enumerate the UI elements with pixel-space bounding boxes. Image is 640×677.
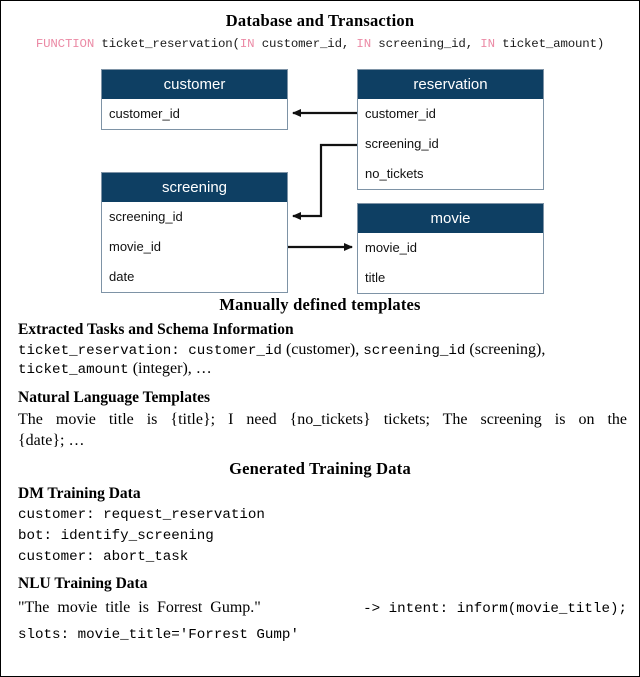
nlu-training-line-1: "The movie title is Forrest Gump." -> in…	[18, 599, 627, 617]
dm-training-heading: DM Training Data	[18, 485, 141, 502]
sql-function-name: ticket_reservation(	[94, 37, 240, 51]
er-table-screening-fields: screening_id movie_id date	[102, 202, 287, 292]
er-table-movie-fields: movie_id title	[358, 233, 543, 293]
sql-arg-2: screening_id,	[371, 37, 481, 51]
schema-task-table-1: (customer),	[281, 341, 364, 358]
er-table-customer: customer customer_id	[101, 69, 288, 130]
schema-slot-screening: screening_id	[363, 343, 466, 359]
er-table-reservation-fields: customer_id screening_id no_tickets	[358, 99, 543, 189]
er-field: title	[365, 270, 386, 285]
database-section-title: Database and Transaction	[225, 11, 415, 30]
er-table-reservation: reservation customer_id screening_id no_…	[357, 69, 544, 190]
schema-slot-amount: ticket_amount	[18, 362, 129, 378]
sql-arg-1: customer_id,	[254, 37, 357, 51]
sql-keyword-in-1: IN	[239, 37, 255, 51]
er-field: screening_id	[365, 136, 439, 151]
nl-templates-heading: Natural Language Templates	[18, 389, 211, 406]
nl-template-line-2: {date}; …	[18, 432, 85, 449]
er-table-movie-title: movie	[358, 204, 543, 233]
er-field: customer_id	[365, 106, 436, 121]
nlu-intent-annotation: -> intent: inform(movie_title);	[363, 601, 627, 617]
nl-templates-block: Natural Language Templates The movie tit…	[18, 389, 627, 451]
nlu-utterance: "The movie title is Forrest Gump."	[18, 599, 261, 616]
er-field: screening_id	[109, 209, 183, 224]
dm-training-block: DM Training Data customer: request_reser…	[18, 485, 627, 568]
er-field: no_tickets	[365, 166, 424, 181]
er-field: customer_id	[109, 106, 180, 121]
schema-slot-amount-type: (integer), …	[128, 360, 212, 377]
sql-keyword-in-3: IN	[480, 37, 495, 51]
nlu-training-block: NLU Training Data "The movie title is Fo…	[18, 575, 627, 643]
er-table-reservation-title: reservation	[358, 70, 543, 99]
extracted-tasks-line-2: ticket_amount (integer), …	[18, 360, 627, 378]
dm-training-line: customer: request_reservation	[18, 507, 265, 523]
extracted-tasks-block: Extracted Tasks and Schema Information t…	[18, 321, 627, 378]
er-diagram: customer customer_id reservation custome…	[1, 59, 639, 299]
er-table-movie: movie movie_id title	[357, 203, 544, 294]
er-table-screening-title: screening	[102, 173, 287, 202]
schema-task-table-2: (screening),	[465, 341, 546, 358]
sql-keyword-in-2: IN	[356, 37, 371, 51]
extracted-tasks-line-1: ticket_reservation: customer_id (custome…	[18, 341, 627, 359]
nlu-slots-annotation: slots: movie_title='Forrest Gump'	[18, 627, 299, 643]
er-table-customer-fields: customer_id	[102, 99, 287, 129]
nlu-training-heading: NLU Training Data	[18, 575, 148, 592]
figure-root: Database and Transaction FUNCTION ticket…	[0, 0, 640, 677]
generated-section-title: Generated Training Data	[229, 459, 411, 478]
dm-training-line: customer: abort_task	[18, 549, 189, 565]
er-relationship-connectors	[288, 109, 357, 251]
sql-arg-3: ticket_amount)	[494, 37, 605, 51]
link-reservation-screening	[292, 143, 357, 220]
er-field: movie_id	[365, 240, 418, 255]
sql-function-signature: FUNCTION ticket_reservation(IN customer_…	[1, 37, 639, 51]
er-table-customer-title: customer	[102, 70, 287, 99]
er-field: movie_id	[109, 239, 162, 254]
extracted-tasks-heading: Extracted Tasks and Schema Information	[18, 321, 294, 338]
schema-task-name: ticket_reservation: customer_id	[18, 343, 282, 359]
er-table-screening: screening screening_id movie_id date	[101, 172, 288, 293]
nl-template-line-1: The movie title is {title}; I need {no_t…	[18, 411, 627, 428]
sql-keyword-function: FUNCTION	[35, 37, 95, 51]
dm-training-line: bot: identify_screening	[18, 528, 214, 544]
er-field: date	[109, 269, 135, 284]
